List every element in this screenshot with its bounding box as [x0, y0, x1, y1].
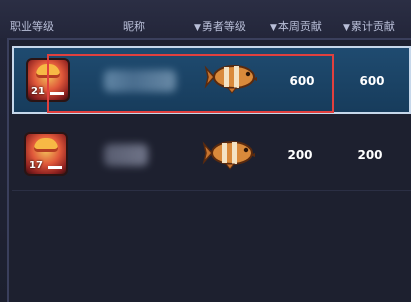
- header-brave-level-sort[interactable]: ▼勇者等级: [194, 20, 246, 35]
- guild-member-list: 职业等级 昵称 ▼勇者等级 ▼本周贡献 ▼累计贡献 21 600 600 17 …: [0, 0, 411, 302]
- header-nickname[interactable]: 昵称: [123, 20, 145, 34]
- week-contribution-value: 600: [289, 74, 315, 88]
- header-total-contribution-sort[interactable]: ▼累计贡献: [343, 20, 395, 35]
- member-row-selected[interactable]: 21 600 600: [12, 46, 411, 114]
- total-contribution-value: 200: [357, 148, 383, 162]
- blurred-nickname: [104, 70, 176, 92]
- header-job-level[interactable]: 职业等级: [10, 20, 54, 34]
- week-contribution-value: 200: [287, 148, 313, 162]
- sort-arrow-icon: ▼: [194, 23, 201, 33]
- job-level-value: 21: [31, 86, 45, 97]
- list-header: 职业等级 昵称 ▼勇者等级 ▼本周贡献 ▼累计贡献: [0, 0, 411, 38]
- fish-badge-icon: [202, 141, 255, 170]
- job-level-value: 17: [29, 160, 43, 171]
- class-avatar-icon: 21: [26, 58, 70, 102]
- level-bar: [48, 166, 62, 169]
- header-week-contribution-sort[interactable]: ▼本周贡献: [270, 20, 322, 35]
- class-avatar-icon: 17: [24, 132, 68, 176]
- sort-arrow-icon: ▼: [270, 23, 277, 33]
- total-contribution-value: 600: [359, 74, 385, 88]
- fish-badge-icon: [204, 65, 257, 94]
- sort-arrow-icon: ▼: [343, 23, 350, 33]
- level-bar: [50, 92, 64, 95]
- blurred-nickname: [104, 144, 148, 166]
- member-row[interactable]: 17 200 200: [12, 122, 411, 191]
